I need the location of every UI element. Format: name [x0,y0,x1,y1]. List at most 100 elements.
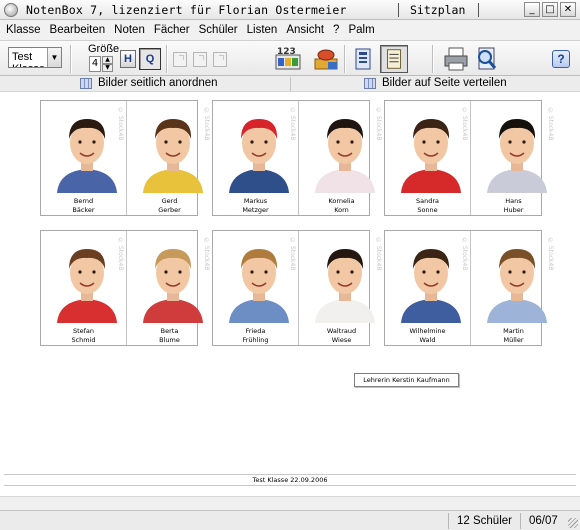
menu-schueler[interactable]: Schüler [199,24,238,36]
student-first-name: Bernd [73,197,94,205]
menu-listen[interactable]: Listen [247,24,278,36]
photo-watermark: © Stock4B [461,107,468,141]
q-button[interactable]: Q [139,48,161,70]
student-card[interactable]: © Stock4B Martin Müller [471,231,556,345]
student-card[interactable]: © Stock4B Sandra Sonne [385,101,470,215]
class-select[interactable]: Test Klasse ▼ [8,47,62,68]
student-photo [57,249,117,323]
menu-ansicht[interactable]: Ansicht [286,24,324,36]
page-icon[interactable] [193,52,207,67]
photo-watermark: © Stock4B [375,237,382,271]
size-field[interactable]: 4 [89,56,101,72]
menu-help[interactable]: ? [333,24,339,36]
class-select-value: Test Klasse [12,51,45,67]
student-last-name: Müller [503,336,524,344]
menu-palm[interactable]: Palm [348,24,374,36]
student-card[interactable]: © Stock4B Kornelia Korn [299,101,384,215]
page-icon[interactable] [213,52,227,67]
student-card[interactable]: © Stock4B Hans Huber [471,101,556,215]
close-button[interactable]: ✕ [560,2,576,17]
size-up-icon[interactable]: ▲ [102,56,113,64]
title-bar: NotenBox 7, lizenziert für Florian Oster… [0,0,580,20]
toolbar-separator [432,45,434,73]
desk[interactable]: © Stock4B Bernd Bäcker © Stock4B Gerd Gerber [40,100,210,216]
app-icon[interactable] [4,2,18,17]
toolbar-separator [166,45,168,73]
student-first-name: Waltraud [326,327,357,335]
desk[interactable]: © Stock4B Wilhelmine Wald © Stock4B Martin Mü… [384,230,554,346]
student-card[interactable]: © Stock4B Gerd Gerber [127,101,212,215]
print-icon[interactable] [442,45,470,73]
student-photo [57,119,117,193]
student-first-name: Gerd [161,197,178,205]
title-divider [398,3,399,17]
page-icon[interactable] [173,52,187,67]
stamp-edit-icon[interactable] [312,45,340,73]
toolbar-separator [70,45,72,73]
student-photo [401,249,461,323]
student-last-name: Wiese [331,336,352,344]
help-icon[interactable]: ? [552,50,570,68]
grades-abc-icon[interactable]: 123 [274,45,302,73]
student-first-name: Frieda [245,327,266,335]
arrange-page-button[interactable]: Bilder auf Seite verteilen [364,77,507,89]
student-first-name: Martin [503,327,524,335]
minimize-button[interactable]: _ [524,2,540,17]
student-first-name: Markus [243,197,268,205]
menu-bar: Klasse Bearbeiten Noten Fächer Schüler L… [0,20,580,40]
menu-bearbeiten[interactable]: Bearbeiten [50,24,106,36]
size-down-icon[interactable]: ▼ [102,64,113,72]
student-first-name: Berta [160,327,179,335]
resize-grip-icon[interactable] [568,518,578,528]
student-card[interactable]: © Stock4B Berta Blume [127,231,212,345]
student-card[interactable]: © Stock4B Stefan Schmid [41,231,126,345]
student-card[interactable]: © Stock4B Bernd Bäcker [41,101,126,215]
student-card[interactable]: © Stock4B Waltraud Wiese [299,231,384,345]
desk[interactable]: © Stock4B Stefan Schmid © Stock4B Berta Blume [40,230,210,346]
photo-watermark: © Stock4B [375,107,382,141]
student-photo [315,249,375,323]
list-view-icon[interactable] [380,45,408,73]
photo-watermark: © Stock4B [461,237,468,271]
student-last-name: Frühling [242,336,269,344]
window-title: NotenBox 7, lizenziert für Florian Oster… [26,2,347,17]
photo-watermark: © Stock4B [547,107,554,141]
arrange-page-label: Bilder auf Seite verteilen [382,77,507,89]
toolbar-separator [344,45,346,73]
column-layout-icon[interactable] [350,45,378,73]
print-preview-icon[interactable] [472,45,500,73]
grid-icon [80,77,92,89]
photo-watermark: © Stock4B [547,237,554,271]
desk[interactable]: © Stock4B Frieda Frühling © Stock4B Waltraud… [212,230,382,346]
desk[interactable]: © Stock4B Markus Metzger © Stock4B Kornelia K… [212,100,382,216]
student-photo [229,249,289,323]
student-photo [315,119,375,193]
student-last-name: Metzger [242,206,269,214]
teacher-desk[interactable]: Lehrerin Kerstin Kaufmann [354,373,459,387]
chevron-down-icon[interactable]: ▼ [47,48,61,67]
maximize-button[interactable]: □ [542,2,558,17]
status-bar: 12 Schüler 06/07 [0,510,580,530]
student-card[interactable]: © Stock4B Markus Metzger [213,101,298,215]
student-last-name: Schmid [71,336,96,344]
arrange-side-button[interactable]: Bilder seitlich anordnen [80,77,218,89]
student-last-name: Sonne [417,206,438,214]
arrange-divider [290,77,291,91]
menu-faecher[interactable]: Fächer [154,24,190,36]
menu-noten[interactable]: Noten [114,24,145,36]
student-first-name: Sandra [415,197,439,205]
menu-klasse[interactable]: Klasse [6,24,41,36]
student-photo [487,249,547,323]
photo-watermark: © Stock4B [289,237,296,271]
student-card[interactable]: © Stock4B Frieda Frühling [213,231,298,345]
arrange-side-label: Bilder seitlich anordnen [98,77,218,89]
student-card[interactable]: © Stock4B Wilhelmine Wald [385,231,470,345]
desk[interactable]: © Stock4B Sandra Sonne © Stock4B Hans Huber [384,100,554,216]
horizontal-scrollbar[interactable] [0,496,580,510]
student-photo [143,119,203,193]
student-last-name: Huber [503,206,524,214]
seating-plan: Lehrerin Kerstin Kaufmann © Stock4B Bernd… [4,92,576,474]
h-button[interactable]: H [120,50,136,68]
student-last-name: Blume [159,336,180,344]
student-last-name: Korn [334,206,349,214]
